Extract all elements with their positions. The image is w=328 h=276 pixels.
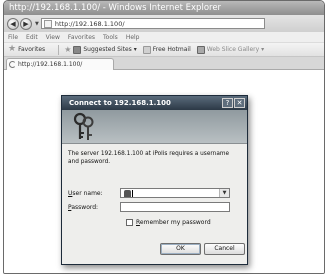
web-slice-icon xyxy=(196,45,205,54)
hotmail-icon xyxy=(142,45,151,54)
favorites-separator xyxy=(58,44,60,55)
close-button[interactable]: ✕ xyxy=(234,98,245,108)
tab-current[interactable]: http://192.168.1.100/ xyxy=(6,58,114,70)
address-bar: ◀ ▶ ▼ http://192.168.1.100/ xyxy=(4,15,324,32)
chevron-down-icon[interactable]: ▼ xyxy=(219,189,229,197)
password-row: Password: xyxy=(68,202,230,212)
password-label: Password: xyxy=(68,203,99,211)
ok-button[interactable]: OK xyxy=(160,243,201,255)
login-dialog: Connect to 192.168.1.100 ? ✕ The server … xyxy=(61,95,248,265)
username-row: User name: ▼ xyxy=(68,188,230,198)
favorites-bar: ★ Favorites ★ Suggested Sites ▾ Free Hot… xyxy=(4,43,324,57)
menu-view[interactable]: View xyxy=(46,34,60,41)
keys-icon xyxy=(73,112,94,140)
menu-file[interactable]: File xyxy=(8,34,18,41)
web-slice-gallery-item[interactable]: Web Slice Gallery ▾ xyxy=(196,45,265,54)
menu-edit[interactable]: Edit xyxy=(26,34,38,41)
dialog-title: Connect to 192.168.1.100 xyxy=(69,99,171,107)
password-field[interactable] xyxy=(120,202,230,212)
user-icon xyxy=(124,189,131,197)
text-cursor xyxy=(132,189,133,197)
url-input[interactable]: http://192.168.1.100/ xyxy=(40,18,265,29)
tab-label: http://192.168.1.100/ xyxy=(18,61,83,68)
menu-tools[interactable]: Tools xyxy=(103,34,118,41)
suggested-sites-label: Suggested Sites ▾ xyxy=(83,46,137,53)
star-icon: ★ xyxy=(8,44,17,54)
free-hotmail-item[interactable]: Free Hotmail xyxy=(142,45,191,54)
username-label: User name: xyxy=(68,189,103,197)
favorites-button[interactable]: ★ Favorites xyxy=(8,45,45,54)
menu-help[interactable]: Help xyxy=(126,34,140,41)
url-text: http://192.168.1.100/ xyxy=(54,19,125,28)
window-title: http://192.168.1.100/ - Windows Internet… xyxy=(9,3,222,13)
remember-label: Remember my password xyxy=(136,219,211,226)
free-hotmail-label: Free Hotmail xyxy=(152,46,191,53)
window-titlebar: http://192.168.1.100/ - Windows Internet… xyxy=(4,1,324,15)
add-favorite-icon: ★ xyxy=(64,44,72,54)
page-icon xyxy=(43,19,52,28)
help-button[interactable]: ? xyxy=(222,98,233,108)
loading-icon xyxy=(9,61,16,68)
username-combobox[interactable]: ▼ xyxy=(120,188,230,198)
menu-favorites[interactable]: Favorites xyxy=(68,34,95,41)
dialog-message: The server 192.168.1.100 at iPolis requi… xyxy=(68,151,230,165)
remember-row[interactable]: Remember my password xyxy=(126,219,211,226)
web-slice-gallery-label: Web Slice Gallery ▾ xyxy=(206,46,265,53)
favorites-label: Favorites xyxy=(18,46,46,53)
cancel-button[interactable]: Cancel xyxy=(204,243,245,255)
back-button[interactable]: ◀ xyxy=(7,17,19,30)
menu-bar: File Edit View Favorites Tools Help xyxy=(4,32,324,43)
tab-bar: http://192.168.1.100/ xyxy=(4,57,324,70)
history-dropdown-icon[interactable]: ▼ xyxy=(35,21,39,27)
dialog-titlebar: Connect to 192.168.1.100 ? ✕ xyxy=(62,96,247,110)
suggested-sites-icon xyxy=(73,45,82,54)
dialog-banner xyxy=(62,110,247,144)
forward-button[interactable]: ▶ xyxy=(20,17,32,30)
suggested-sites-item[interactable]: ★ Suggested Sites ▾ xyxy=(64,44,137,54)
remember-checkbox[interactable] xyxy=(126,219,133,226)
